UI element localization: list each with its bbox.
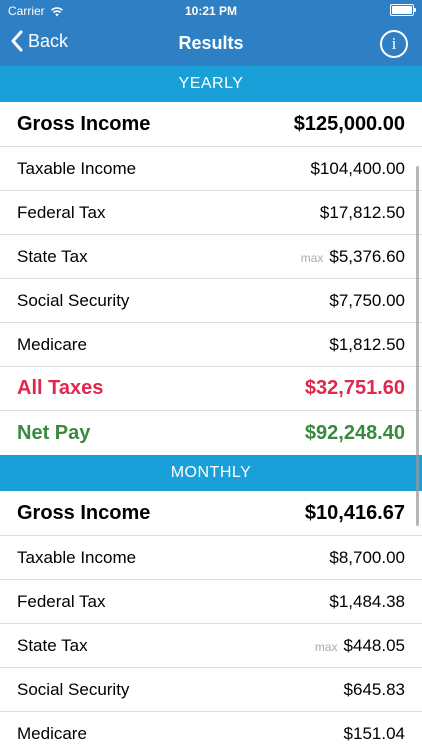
row-value: $1,484.38	[329, 591, 405, 611]
yearly-all-taxes-row: All Taxes $32,751.60	[0, 367, 422, 411]
max-indicator: max	[300, 250, 324, 265]
yearly-state-tax-row: State Tax max $5,376.60	[0, 235, 422, 279]
row-label: All Taxes	[17, 377, 104, 399]
navigation-bar: Back Results i	[0, 22, 422, 66]
back-button-label: Back	[28, 30, 69, 51]
monthly-state-tax-row: State Tax max $448.05	[0, 624, 422, 668]
section-header-monthly: MONTHLY	[0, 455, 422, 491]
row-label: Taxable Income	[17, 547, 137, 567]
monthly-federal-tax-row: Federal Tax $1,484.38	[0, 580, 422, 624]
row-label: Federal Tax	[17, 202, 106, 222]
info-button[interactable]: i	[380, 30, 408, 58]
status-time: 10:21 PM	[184, 4, 238, 18]
monthly-medicare-row: Medicare $151.04	[0, 712, 422, 750]
row-value: $1,812.50	[329, 334, 405, 354]
info-icon: i	[391, 34, 397, 53]
row-label: Social Security	[17, 290, 130, 310]
yearly-social-security-row: Social Security $7,750.00	[0, 279, 422, 323]
monthly-gross-income-row: Gross Income $10,416.67	[0, 491, 422, 536]
row-label: Taxable Income	[17, 158, 137, 178]
section-header-yearly: YEARLY	[0, 66, 422, 102]
row-label: Social Security	[17, 679, 130, 699]
yearly-medicare-row: Medicare $1,812.50	[0, 323, 422, 367]
row-label: State Tax	[17, 635, 88, 655]
row-label: Net Pay	[17, 421, 91, 444]
row-value: $17,812.50	[319, 202, 405, 222]
results-list[interactable]: YEARLY Gross Income $125,000.00 Taxable …	[0, 66, 422, 750]
row-value: $151.04	[343, 723, 405, 743]
row-label: Gross Income	[17, 501, 151, 524]
row-label: State Tax	[17, 246, 88, 266]
scroll-indicator[interactable]	[416, 166, 419, 526]
yearly-gross-income-row: Gross Income $125,000.00	[0, 102, 422, 147]
row-value: $448.05	[343, 635, 405, 655]
chevron-left-icon	[11, 30, 23, 52]
yearly-federal-tax-row: Federal Tax $17,812.50	[0, 191, 422, 235]
row-value: $92,248.40	[304, 421, 405, 444]
row-value: $104,400.00	[310, 158, 405, 178]
row-label: Medicare	[17, 334, 87, 354]
row-label: Federal Tax	[17, 591, 106, 611]
battery-icon	[390, 4, 416, 16]
row-value: $10,416.67	[304, 501, 405, 524]
yearly-taxable-income-row: Taxable Income $104,400.00	[0, 147, 422, 191]
row-value: $8,700.00	[329, 547, 405, 567]
row-label: Medicare	[17, 723, 87, 743]
row-value: $32,751.60	[304, 377, 405, 399]
row-value: $125,000.00	[293, 112, 405, 135]
row-value: $645.83	[343, 679, 405, 699]
back-button[interactable]: Back	[10, 30, 68, 52]
yearly-net-pay-row: Net Pay $92,248.40	[0, 411, 422, 455]
max-indicator: max	[314, 639, 338, 654]
row-label: Gross Income	[17, 112, 151, 135]
status-bar: Carrier 10:21 PM	[0, 0, 422, 22]
row-value: $7,750.00	[329, 290, 405, 310]
monthly-social-security-row: Social Security $645.83	[0, 668, 422, 712]
monthly-taxable-income-row: Taxable Income $8,700.00	[0, 536, 422, 580]
row-value: $5,376.60	[329, 246, 405, 266]
